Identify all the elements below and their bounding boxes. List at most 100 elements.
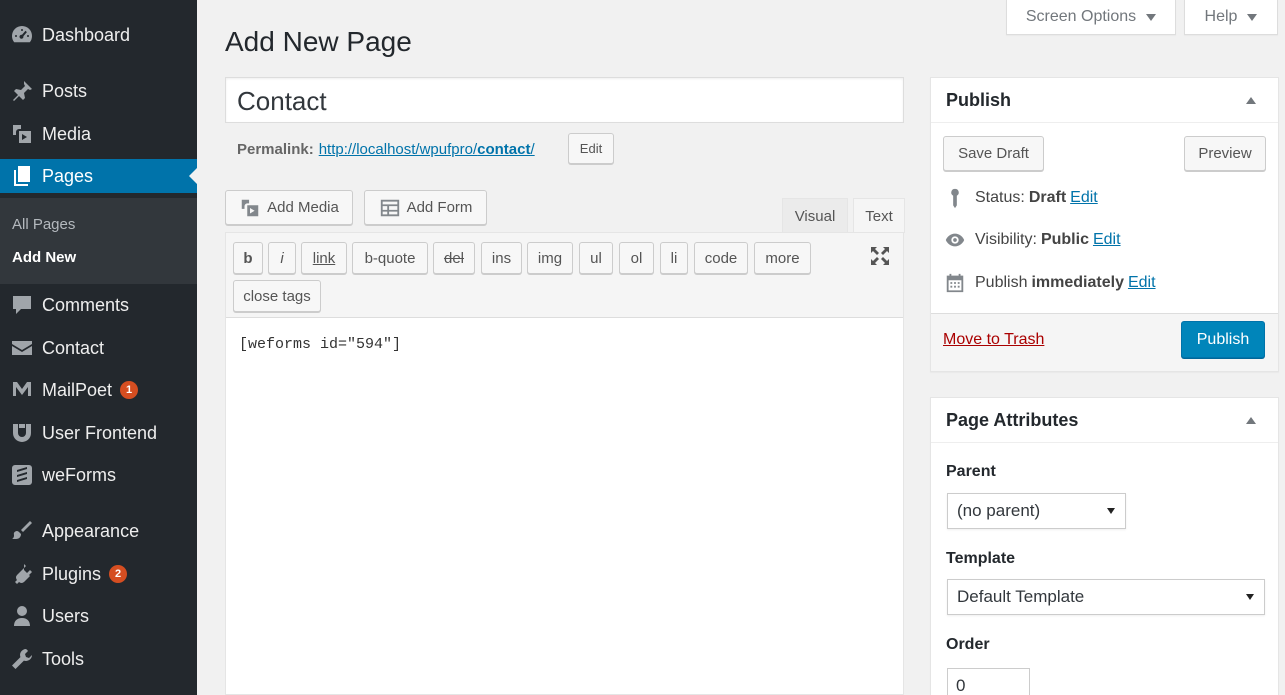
add-media-button[interactable]: Add Media — [225, 190, 353, 225]
permalink-url-base: http://localhost/wpufpro/ — [318, 141, 478, 158]
menu-item-appearance[interactable]: Appearance — [0, 514, 197, 548]
form-table-icon — [380, 199, 399, 216]
parent-label: Parent — [946, 463, 996, 480]
brush-icon — [0, 519, 42, 543]
media-icon — [0, 122, 42, 146]
qt-ins-button[interactable]: ins — [481, 242, 522, 274]
collapse-arrow-icon[interactable] — [1246, 97, 1256, 104]
menu-item-tools[interactable]: Tools — [0, 642, 197, 676]
select-arrow-icon — [1246, 594, 1254, 600]
schedule-label: Publish — [975, 274, 1028, 291]
menu-item-label: Tools — [42, 648, 85, 669]
qt-link-button[interactable]: link — [301, 242, 347, 274]
fullscreen-icon[interactable] — [868, 244, 892, 268]
order-label: Order — [946, 636, 990, 653]
permalink-row: Permalink: http://localhost/wpufpro/cont… — [237, 141, 535, 158]
menu-item-weforms[interactable]: weForms — [0, 458, 197, 492]
visibility-label: Visibility: — [975, 231, 1037, 248]
menu-item-contact[interactable]: Contact — [0, 331, 197, 365]
template-select-value: Default Template — [957, 587, 1085, 606]
visibility-edit-link[interactable]: Edit — [1093, 231, 1121, 249]
eye-icon — [945, 233, 965, 247]
submenu-all-pages[interactable]: All Pages — [12, 216, 75, 233]
parent-select-value: (no parent) — [957, 501, 1041, 520]
menu-item-mailpoet[interactable]: MailPoet 1 — [0, 373, 197, 407]
pages-submenu: All Pages Add New — [0, 198, 197, 284]
weforms-icon — [0, 463, 42, 487]
menu-item-posts[interactable]: Posts — [0, 74, 197, 108]
menu-item-label: Dashboard — [42, 24, 131, 45]
menu-item-label: Users — [42, 605, 90, 626]
post-title-input[interactable]: Contact — [225, 77, 904, 123]
add-form-label: Add Form — [406, 199, 473, 216]
qt-ol-button[interactable]: ol — [619, 242, 654, 274]
menu-item-user-frontend[interactable]: User Frontend — [0, 416, 197, 450]
wrench-icon — [0, 647, 42, 671]
collapse-arrow-icon[interactable] — [1246, 417, 1256, 424]
permalink-edit-button[interactable]: Edit — [568, 133, 614, 164]
schedule-row: Publish immediately Edit — [944, 272, 1156, 294]
qt-close-tags-button[interactable]: close tags — [233, 280, 321, 312]
menu-item-media[interactable]: Media — [0, 117, 197, 151]
qt-img-button[interactable]: img — [527, 242, 573, 274]
parent-select[interactable]: (no parent) — [947, 493, 1126, 529]
status-row: Status: Draft Edit — [944, 187, 1098, 209]
template-select[interactable]: Default Template — [947, 579, 1265, 615]
add-form-button[interactable]: Add Form — [364, 190, 487, 225]
help-button[interactable]: Help — [1184, 0, 1278, 35]
pin-icon — [0, 79, 42, 103]
menu-item-label: Contact — [42, 337, 105, 358]
media-icon — [241, 199, 259, 216]
menu-item-label: weForms — [42, 464, 117, 485]
order-input[interactable]: 0 — [947, 668, 1030, 695]
qt-code-button[interactable]: code — [694, 242, 748, 274]
help-label: Help — [1204, 8, 1238, 25]
screen-options-button[interactable]: Screen Options — [1006, 0, 1176, 35]
qt-more-button[interactable]: more — [754, 242, 811, 274]
tab-text[interactable]: Text — [853, 198, 905, 233]
menu-item-label: Plugins — [42, 563, 102, 584]
qt-bquote-button[interactable]: b-quote — [352, 242, 428, 274]
visibility-row: Visibility: Public Edit — [944, 229, 1121, 251]
save-draft-button[interactable]: Save Draft — [943, 136, 1044, 171]
qt-italic-button[interactable]: i — [268, 242, 296, 274]
add-media-label: Add Media — [267, 199, 339, 216]
qt-del-button[interactable]: del — [433, 242, 475, 274]
update-badge: 1 — [120, 381, 139, 399]
quicktags-toolbar: b i link b-quote del ins img ul ol li co… — [226, 233, 903, 318]
status-value: Draft — [1028, 189, 1067, 206]
menu-item-dashboard[interactable]: Dashboard — [0, 18, 197, 52]
publish-actions: Move to Trash Publish — [931, 313, 1278, 371]
schedule-edit-link[interactable]: Edit — [1128, 274, 1156, 292]
publish-button[interactable]: Publish — [1181, 321, 1265, 358]
users-icon — [0, 604, 42, 628]
menu-item-plugins[interactable]: Plugins 2 — [0, 557, 197, 591]
status-label: Status: — [975, 189, 1025, 206]
preview-button[interactable]: Preview — [1184, 136, 1266, 171]
admin-sidebar: Dashboard Posts Media Pages All Pages Ad… — [0, 0, 197, 695]
permalink-link[interactable]: http://localhost/wpufpro/contact/ — [319, 141, 535, 158]
pages-icon — [0, 164, 42, 188]
pin-status-icon — [951, 188, 959, 209]
qt-li-button[interactable]: li — [660, 242, 688, 274]
qt-bold-button[interactable]: b — [233, 242, 263, 274]
page-attributes-box: Page Attributes Parent (no parent) Templ… — [930, 397, 1279, 695]
submenu-add-new[interactable]: Add New — [12, 249, 76, 266]
menu-item-label: Media — [42, 123, 92, 144]
editor-textarea[interactable]: [weforms id="594"] — [239, 336, 401, 353]
user-frontend-icon — [0, 421, 42, 445]
tab-visual[interactable]: Visual — [782, 198, 848, 233]
menu-item-pages[interactable]: Pages — [0, 159, 197, 193]
visibility-value: Public — [1040, 231, 1089, 248]
move-to-trash-link[interactable]: Move to Trash — [943, 331, 1044, 349]
permalink-label: Permalink: — [237, 141, 314, 158]
menu-item-users[interactable]: Users — [0, 599, 197, 633]
menu-item-comments[interactable]: Comments — [0, 288, 197, 322]
caret-down-icon — [1146, 13, 1157, 21]
caret-down-icon — [1247, 13, 1258, 21]
page-attributes-header: Page Attributes — [931, 398, 1278, 443]
select-arrow-icon — [1107, 508, 1115, 514]
status-edit-link[interactable]: Edit — [1070, 189, 1098, 207]
template-label: Template — [946, 550, 1016, 567]
qt-ul-button[interactable]: ul — [579, 242, 613, 274]
